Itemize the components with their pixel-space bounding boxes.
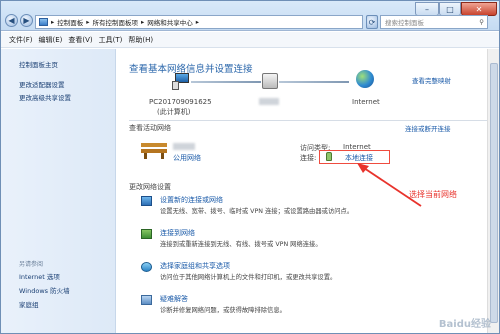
refresh-button[interactable]: ⟳	[366, 15, 378, 29]
control-panel-icon	[39, 18, 48, 26]
scrollbar-thumb[interactable]	[490, 63, 498, 323]
computer-icon	[172, 73, 190, 90]
task-homegroup-desc: 访问位于其他网络计算机上的文件和打印机，或更改共享设置。	[160, 274, 337, 281]
menu-help[interactable]: 帮助(H)	[128, 35, 153, 45]
sidebar: 控制面板主页 更改适配器设置 更改高级共享设置 另请参阅 Internet 选项…	[1, 49, 116, 333]
sidebar-item-adapter[interactable]: 更改适配器设置	[19, 79, 65, 89]
menu-view[interactable]: 查看(V)	[68, 35, 92, 45]
see-also-heading: 另请参阅	[19, 261, 44, 268]
change-settings-heading: 更改网络设置	[129, 183, 171, 191]
task-setup-connection-desc: 设置无线、宽带、拨号、临时或 VPN 连接；或设置路由器或访问点。	[160, 208, 354, 215]
network-type-link[interactable]: 公用网络	[173, 153, 201, 163]
pc-subtitle: (此计算机)	[157, 108, 191, 116]
troubleshoot-icon	[141, 295, 152, 305]
menu-edit[interactable]: 编辑(E)	[39, 35, 63, 45]
network-line-1	[191, 81, 261, 83]
task-homegroup-link[interactable]: 选择家庭组和共享选项	[160, 261, 230, 271]
redacted-network-name-2	[173, 143, 195, 150]
search-input[interactable]: 搜索控制面板 ⚲	[380, 15, 488, 29]
maximize-button[interactable]: □	[439, 2, 461, 16]
bench-icon	[141, 141, 167, 159]
redacted-network-name	[259, 98, 279, 105]
pc-name: PC201709091625	[149, 98, 212, 106]
divider	[129, 120, 489, 121]
menu-bar: 文件(F) 编辑(E) 查看(V) 工具(T) 帮助(H)	[1, 32, 499, 48]
task-troubleshoot-desc: 诊断并修复网络问题，或获得故障排除信息。	[160, 307, 286, 314]
sidebar-item-homegroup[interactable]: 家庭组	[19, 299, 39, 309]
annotation-arrow	[357, 163, 422, 207]
address-bar[interactable]: ▸ 控制面板 ▸ 所有控制面板项 ▸ 网络和共享中心 ▸	[35, 15, 363, 29]
sidebar-item-sharing[interactable]: 更改高级共享设置	[19, 92, 71, 102]
breadcrumb-0[interactable]: 控制面板	[57, 17, 83, 27]
new-connection-icon	[141, 196, 152, 206]
homegroup-icon	[141, 262, 152, 272]
search-icon: ⚲	[479, 18, 484, 26]
connect-disconnect-link[interactable]: 连接或断开连接	[405, 123, 451, 133]
internet-label: Internet	[352, 98, 380, 106]
minimize-button[interactable]: –	[415, 2, 439, 16]
full-map-link[interactable]: 查看完整映射	[412, 75, 451, 85]
back-button[interactable]: ◀	[5, 14, 18, 27]
connection-label: 连接:	[300, 154, 317, 162]
sidebar-item-firewall[interactable]: Windows 防火墙	[19, 285, 70, 295]
network-device-icon	[262, 73, 278, 89]
forward-button[interactable]: ▶	[20, 14, 33, 27]
menu-file[interactable]: 文件(F)	[9, 35, 33, 45]
task-connect-network-desc: 连接到或重新连接到无线、有线、拨号或 VPN 网络连接。	[160, 241, 322, 248]
page-title: 查看基本网络信息并设置连接	[129, 64, 253, 75]
title-bar: – □ ✕ ◀ ▶ ▸ 控制面板 ▸ 所有控制面板项 ▸ 网络和共享中心 ▸ ⟳…	[1, 1, 499, 31]
main-content: 查看基本网络信息并设置连接 查看完整映射 PC201709091625 (此计算…	[117, 49, 499, 333]
task-troubleshoot-link[interactable]: 疑难解答	[160, 294, 188, 304]
connect-network-icon	[141, 229, 152, 239]
globe-icon	[356, 70, 374, 88]
task-setup-connection-link[interactable]: 设置新的连接或网络	[160, 195, 223, 205]
sidebar-item-internet-options[interactable]: Internet 选项	[19, 271, 60, 281]
vertical-scrollbar[interactable]	[487, 49, 499, 333]
active-networks-heading: 查看活动网络	[129, 124, 171, 132]
breadcrumb-2[interactable]: 网络和共享中心	[147, 17, 193, 27]
task-connect-network-link[interactable]: 连接到网络	[160, 228, 195, 238]
close-button[interactable]: ✕	[461, 2, 497, 16]
network-line-2	[279, 81, 349, 83]
sidebar-home[interactable]: 控制面板主页	[19, 59, 58, 69]
watermark: Baidu经验	[438, 319, 491, 330]
breadcrumb-1[interactable]: 所有控制面板项	[93, 17, 139, 27]
menu-tools[interactable]: 工具(T)	[99, 35, 123, 45]
window: – □ ✕ ◀ ▶ ▸ 控制面板 ▸ 所有控制面板项 ▸ 网络和共享中心 ▸ ⟳…	[0, 0, 500, 334]
